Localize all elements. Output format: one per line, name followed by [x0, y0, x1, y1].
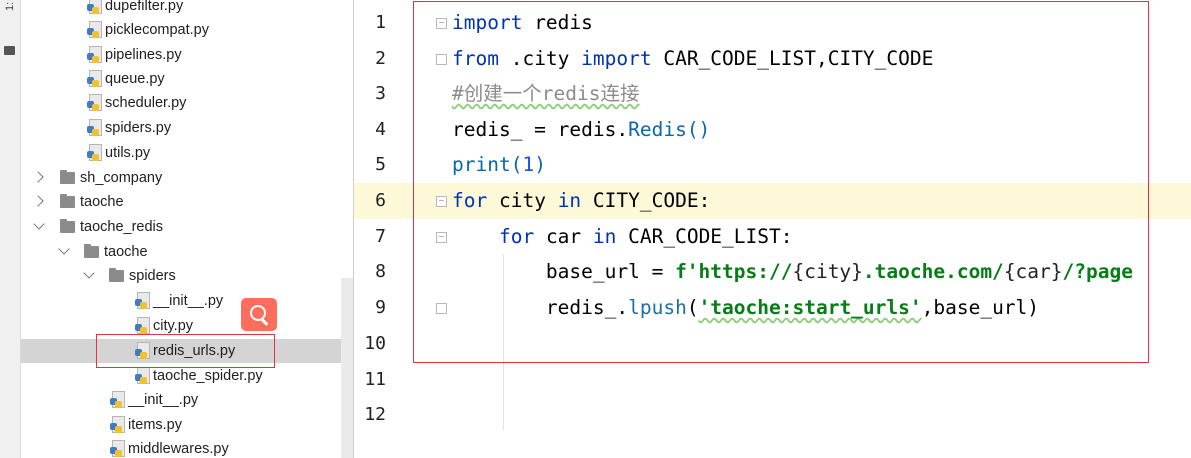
tree-item-pipelines[interactable]: pipelines.py: [21, 43, 353, 67]
folder-icon: [60, 219, 75, 233]
tree-item-label: utils.py: [105, 145, 151, 161]
tree-item-label: __init__.py: [153, 293, 224, 309]
tree-item-taoche-package[interactable]: taoche: [21, 240, 353, 264]
chevron-down-icon[interactable]: [33, 218, 45, 230]
tree-item-spiders-init[interactable]: __init__.py: [21, 289, 353, 313]
project-tool-tab[interactable]: 1: Project: [1, 2, 34, 42]
tree-item-label: scheduler.py: [105, 95, 187, 111]
python-file-icon: [135, 317, 150, 334]
tree-item-label: taoche: [104, 244, 148, 260]
tree-item-label: middlewares.py: [128, 441, 229, 457]
folder-icon: [60, 194, 75, 208]
search-button[interactable]: [241, 298, 277, 331]
tree-item-label: spiders: [129, 268, 176, 284]
annotation-highlight-file: [96, 334, 275, 368]
tree-item-taoche[interactable]: taoche: [21, 190, 353, 214]
python-file-icon: [110, 440, 125, 457]
annotation-highlight-code: [413, 1, 1149, 363]
python-file-icon: [135, 367, 150, 384]
tree-item-label: taoche: [80, 194, 124, 210]
search-icon-handle: [260, 318, 269, 326]
tree-item-utils[interactable]: utils.py: [21, 141, 353, 165]
chevron-right-icon[interactable]: [32, 195, 44, 207]
tree-item-package-init[interactable]: __init__.py: [21, 388, 353, 412]
folder-icon: [60, 170, 75, 184]
python-file-icon: [87, 46, 102, 63]
project-tree: dupefilter.py picklecompat.py pipelines.…: [21, 0, 354, 458]
python-file-icon: [87, 94, 102, 111]
tree-item-label: dupefilter.py: [105, 0, 184, 14]
tree-item-spiders-folder[interactable]: spiders: [21, 264, 353, 288]
project-tool-icon[interactable]: [4, 46, 15, 55]
tree-item-label: taoche_redis: [80, 219, 164, 235]
tree-item-label: sh_company: [80, 170, 163, 186]
tree-item-picklecompat[interactable]: picklecompat.py: [21, 18, 353, 42]
folder-icon: [109, 268, 124, 282]
python-file-icon: [87, 144, 102, 161]
tree-item-queue[interactable]: queue.py: [21, 67, 353, 91]
tree-item-label: items.py: [128, 417, 182, 433]
python-file-icon: [87, 70, 102, 87]
tree-item-label: queue.py: [105, 71, 165, 87]
python-file-icon: [110, 391, 125, 408]
tree-item-spiders-py[interactable]: spiders.py: [21, 116, 353, 140]
chevron-down-icon[interactable]: [58, 243, 70, 255]
python-file-icon: [135, 292, 150, 309]
tree-item-middlewares[interactable]: middlewares.py: [21, 437, 353, 458]
tool-window-strip: 1: Project: [0, 0, 34, 458]
python-file-icon: [87, 21, 102, 38]
python-file-icon: [110, 416, 125, 433]
tree-item-taoche-redis[interactable]: taoche_redis: [21, 215, 353, 239]
tree-item-label: __init__.py: [128, 392, 199, 408]
tree-item-label: pipelines.py: [105, 47, 182, 63]
chevron-right-icon[interactable]: [32, 171, 44, 183]
python-file-icon: [87, 119, 102, 136]
tree-item-sh-company[interactable]: sh_company: [21, 166, 353, 190]
tree-item-items[interactable]: items.py: [21, 413, 353, 437]
python-file-icon: [87, 0, 102, 14]
tree-item-label: picklecompat.py: [105, 22, 209, 38]
tree-item-dupefilter[interactable]: dupefilter.py: [21, 0, 353, 18]
folder-icon: [84, 244, 99, 258]
tree-item-scheduler[interactable]: scheduler.py: [21, 91, 353, 115]
tree-item-label: spiders.py: [105, 120, 172, 136]
chevron-down-icon[interactable]: [83, 267, 95, 279]
